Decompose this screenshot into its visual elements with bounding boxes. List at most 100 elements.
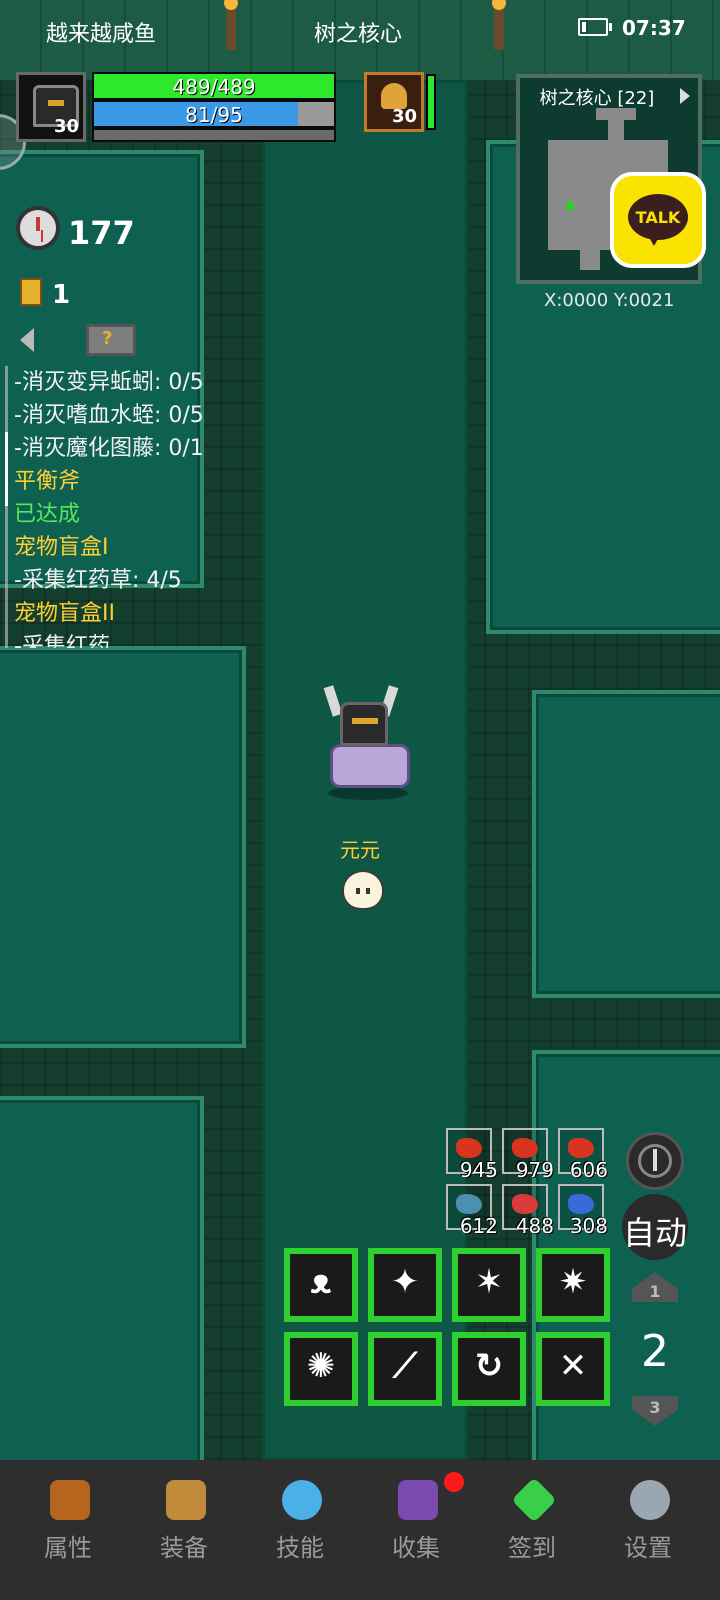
knight-helmet (340, 702, 388, 746)
nav-checkin[interactable]: 签到 (472, 1460, 592, 1600)
minimap-title: 树之核心 [22] (539, 88, 655, 109)
quest-title[interactable]: 宠物盲盒I (14, 531, 264, 564)
quest-scrollbar[interactable] (5, 366, 8, 648)
fish-icon (456, 1194, 482, 1214)
auto-label: 自动 (622, 1214, 687, 1252)
nav-label: 装备 (160, 1534, 208, 1562)
mp-text: 81/95 (185, 103, 243, 127)
nav-equipment[interactable]: 装备 (124, 1460, 244, 1600)
war-cry-icon[interactable]: ✦ (368, 1248, 442, 1322)
nav-skills[interactable]: 技能 (240, 1460, 360, 1600)
nav-label: 技能 (276, 1534, 324, 1562)
minimap-expand-icon[interactable] (680, 88, 690, 104)
hp-bar: 489/489 (92, 72, 336, 100)
cycle-icon (653, 1149, 657, 1171)
item-count: 308 (569, 1214, 608, 1238)
player-character[interactable] (318, 685, 418, 804)
pet-hp-bar (426, 74, 436, 130)
quest-line: -采集红药草: 4/5 (14, 568, 182, 593)
key-count: 1 (52, 280, 71, 310)
quest-line: -消灭变异蚯蚓: 0/5 (14, 370, 204, 395)
nav-label: 收集 (392, 1534, 440, 1562)
item-count: 606 (569, 1158, 608, 1182)
item-count: 488 (515, 1214, 554, 1238)
minimap-player-marker (566, 202, 574, 210)
quest-line: -消灭魔化图藤: 0/1 (14, 436, 204, 461)
minimap-room (608, 120, 624, 140)
quest-status: 已达成 (14, 502, 81, 527)
cross-strike-icon[interactable]: ✕ (536, 1332, 610, 1406)
question-icon: ? (102, 328, 113, 349)
item-count: 612 (459, 1214, 498, 1238)
skill-page-current: 2 (641, 1326, 669, 1377)
minimap-room (596, 108, 636, 120)
quest-line: -消灭嗜血水蛭: 0/5 (14, 403, 204, 428)
meat-icon (456, 1138, 482, 1158)
pet-name-label: 元元 (340, 838, 380, 862)
grass-block (532, 690, 720, 998)
quest-title[interactable]: 平衡斧 (14, 465, 264, 498)
nav-label: 属性 (44, 1534, 92, 1562)
auto-battle-button[interactable]: 自动 (622, 1194, 688, 1260)
player-name: 越来越咸鱼 (46, 22, 157, 47)
map-name: 树之核心 (314, 22, 403, 47)
pet-portrait[interactable]: 30 (364, 72, 424, 132)
player-portrait[interactable]: 30 (16, 72, 86, 142)
mp-bar: 81/95 (92, 100, 336, 128)
quest-help-button[interactable]: ? (86, 324, 136, 356)
meat-icon (568, 1138, 594, 1158)
grass-block (0, 1096, 204, 1460)
nav-attributes[interactable]: 属性 (8, 1460, 128, 1600)
status-bar: 越来越咸鱼 树之核心 07:37 (0, 0, 720, 58)
key-icon (20, 278, 42, 306)
blue-potion-icon (568, 1194, 594, 1214)
taunt-icon[interactable]: ✺ (284, 1332, 358, 1406)
whirlwind-icon[interactable]: ↻ (452, 1332, 526, 1406)
helmet-visor (352, 718, 378, 724)
kakao-label: TALK (635, 208, 681, 227)
quest-line: -采集红药 (14, 634, 110, 648)
coordinates: X:0000 Y:0021 (544, 290, 675, 311)
timer-count: 177 (68, 214, 135, 252)
nav-label: 签到 (508, 1534, 556, 1562)
item-count: 979 (515, 1158, 554, 1182)
nav-settings[interactable]: 设置 (588, 1460, 708, 1600)
clock: 07:37 (622, 16, 686, 40)
battery-icon (578, 18, 612, 36)
pet-character[interactable] (342, 870, 384, 910)
berserk-icon[interactable]: ✷ (536, 1248, 610, 1322)
grass-block (0, 646, 246, 1048)
rage-icon[interactable]: ✶ (452, 1248, 526, 1322)
pet-level: 30 (391, 106, 417, 127)
character-shadow (328, 786, 408, 800)
nav-label: 设置 (624, 1534, 672, 1562)
page-up-label: 1 (649, 1282, 661, 1301)
minimap-room (580, 250, 600, 270)
meat-icon (512, 1138, 538, 1158)
alarm-clock-icon (16, 206, 60, 250)
collapse-quest-icon[interactable] (20, 328, 34, 352)
quest-tracker[interactable]: -消灭变异蚯蚓: 0/5 -消灭嗜血水蛭: 0/5 -消灭魔化图藤: 0/1 平… (14, 366, 264, 648)
switch-target-button[interactable] (626, 1132, 684, 1190)
mount-unicorn (330, 744, 410, 788)
notification-badge (444, 1472, 464, 1492)
quest-scroll-thumb[interactable] (5, 432, 8, 506)
kakao-talk-button[interactable]: TALK (610, 172, 706, 268)
nav-collection[interactable]: 收集 (356, 1460, 476, 1600)
gem-icon (511, 1477, 557, 1523)
player-level: 30 (53, 116, 79, 137)
gear-icon (630, 1480, 670, 1520)
book-icon (398, 1480, 438, 1520)
bag-icon (166, 1480, 206, 1520)
crystal-icon (282, 1480, 322, 1520)
sword-slash-icon[interactable]: ⟋ (368, 1332, 442, 1406)
hp-text: 489/489 (172, 75, 256, 99)
red-potion-icon (512, 1194, 538, 1214)
xp-bar (92, 128, 336, 142)
bottom-navigation: 属性 装备 技能 收集 签到 设置 (0, 1460, 720, 1600)
item-count: 945 (459, 1158, 498, 1182)
page-down-label: 3 (649, 1398, 661, 1417)
quest-title[interactable]: 宠物盲盒II (14, 597, 264, 630)
summon-allies-icon[interactable]: ᴥ (284, 1248, 358, 1322)
helmet-icon (50, 1480, 90, 1520)
